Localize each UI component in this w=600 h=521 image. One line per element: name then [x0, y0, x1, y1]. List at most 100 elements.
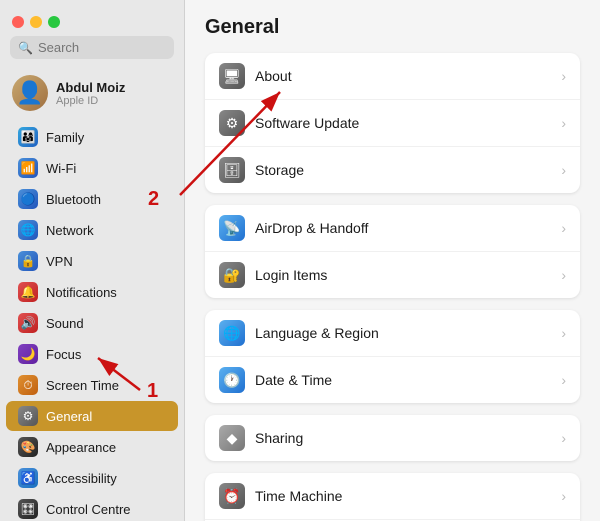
settings-group-0: 🖥 About › ⚙ Software Update › 🗄 Storage …: [205, 53, 580, 193]
focus-icon: 🌙: [18, 344, 38, 364]
storage-settings-icon: 🗄: [219, 157, 245, 183]
user-profile[interactable]: 👤 Abdul Moiz Apple ID: [0, 69, 184, 117]
sidebar-item-screentime[interactable]: ⏱ Screen Time: [6, 370, 178, 400]
sidebar-item-sound[interactable]: 🔊 Sound: [6, 308, 178, 338]
chevron-about-icon: ›: [561, 68, 566, 84]
settings-groups: 🖥 About › ⚙ Software Update › 🗄 Storage …: [205, 53, 580, 521]
sidebar-item-vpn[interactable]: 🔒 VPN: [6, 246, 178, 276]
sidebar-item-family[interactable]: 👨‍👩‍👧 Family: [6, 122, 178, 152]
chevron-language-icon: ›: [561, 325, 566, 341]
sidebar-item-bluetooth[interactable]: 🔵 Bluetooth: [6, 184, 178, 214]
chevron-sharing-icon: ›: [561, 430, 566, 446]
sound-icon: 🔊: [18, 313, 38, 333]
general-icon: ⚙: [18, 406, 38, 426]
settings-label-about: About: [255, 68, 551, 84]
settings-label-language: Language & Region: [255, 325, 551, 341]
sidebar-item-accessibility[interactable]: ♿ Accessibility: [6, 463, 178, 493]
vpn-icon: 🔒: [18, 251, 38, 271]
sidebar-item-notifications[interactable]: 🔔 Notifications: [6, 277, 178, 307]
settings-label-softwareupdate: Software Update: [255, 115, 551, 131]
settings-list-2: 🌐 Language & Region › 🕐 Date & Time ›: [205, 310, 580, 403]
settings-label-loginitems: Login Items: [255, 267, 551, 283]
family-icon: 👨‍👩‍👧: [18, 127, 38, 147]
settings-item-loginitems[interactable]: 🔐 Login Items ›: [205, 252, 580, 298]
appearance-icon: 🎨: [18, 437, 38, 457]
sidebar-item-controlcentre[interactable]: 🎛 Control Centre: [6, 494, 178, 521]
main-content: General 🖥 About › ⚙ Software Update › 🗄 …: [185, 0, 600, 521]
timemachine-settings-icon: ⏰: [219, 483, 245, 509]
wifi-icon: 📶: [18, 158, 38, 178]
settings-item-about[interactable]: 🖥 About ›: [205, 53, 580, 100]
controlcentre-icon: 🎛: [18, 499, 38, 519]
settings-label-datetime: Date & Time: [255, 372, 551, 388]
settings-group-3: ◆ Sharing ›: [205, 415, 580, 461]
sidebar-item-label-general: General: [46, 409, 92, 424]
airdrop-settings-icon: 📡: [219, 215, 245, 241]
sidebar-item-label-controlcentre: Control Centre: [46, 502, 131, 517]
user-name: Abdul Moiz: [56, 80, 125, 95]
chevron-loginitems-icon: ›: [561, 267, 566, 283]
user-info: Abdul Moiz Apple ID: [56, 80, 125, 107]
settings-list-4: ⏰ Time Machine › ↩ Transfer or Reset › 💾…: [205, 473, 580, 521]
search-icon: 🔍: [18, 41, 33, 55]
sidebar-item-label-focus: Focus: [46, 347, 81, 362]
sidebar-section: 👨‍👩‍👧 Family 📶 Wi-Fi 🔵 Bluetooth 🌐 Netwo…: [0, 121, 184, 521]
sidebar-item-label-vpn: VPN: [46, 254, 73, 269]
loginitems-settings-icon: 🔐: [219, 262, 245, 288]
sidebar-item-network[interactable]: 🌐 Network: [6, 215, 178, 245]
chevron-airdrop-icon: ›: [561, 220, 566, 236]
notifications-icon: 🔔: [18, 282, 38, 302]
sidebar-item-label-wifi: Wi-Fi: [46, 161, 76, 176]
settings-group-1: 📡 AirDrop & Handoff › 🔐 Login Items ›: [205, 205, 580, 298]
sidebar-item-focus[interactable]: 🌙 Focus: [6, 339, 178, 369]
sidebar-item-label-bluetooth: Bluetooth: [46, 192, 101, 207]
sidebar: 🔍 👤 Abdul Moiz Apple ID 👨‍👩‍👧 Family 📶 W…: [0, 0, 185, 521]
app-window: 🔍 👤 Abdul Moiz Apple ID 👨‍👩‍👧 Family 📶 W…: [0, 0, 600, 521]
sidebar-item-label-notifications: Notifications: [46, 285, 117, 300]
language-settings-icon: 🌐: [219, 320, 245, 346]
settings-group-2: 🌐 Language & Region › 🕐 Date & Time ›: [205, 310, 580, 403]
sidebar-item-label-sound: Sound: [46, 316, 84, 331]
settings-label-sharing: Sharing: [255, 430, 551, 446]
settings-item-storage[interactable]: 🗄 Storage ›: [205, 147, 580, 193]
search-input[interactable]: [38, 40, 166, 55]
datetime-settings-icon: 🕐: [219, 367, 245, 393]
sidebar-item-wifi[interactable]: 📶 Wi-Fi: [6, 153, 178, 183]
settings-list-1: 📡 AirDrop & Handoff › 🔐 Login Items ›: [205, 205, 580, 298]
accessibility-icon: ♿: [18, 468, 38, 488]
search-box[interactable]: 🔍: [10, 36, 174, 59]
settings-item-timemachine[interactable]: ⏰ Time Machine ›: [205, 473, 580, 520]
chevron-softwareupdate-icon: ›: [561, 115, 566, 131]
settings-list-0: 🖥 About › ⚙ Software Update › 🗄 Storage …: [205, 53, 580, 193]
close-button[interactable]: [12, 16, 24, 28]
page-title: General: [205, 16, 580, 39]
sidebar-item-label-accessibility: Accessibility: [46, 471, 117, 486]
about-settings-icon: 🖥: [219, 63, 245, 89]
settings-item-softwareupdate[interactable]: ⚙ Software Update ›: [205, 100, 580, 147]
maximize-button[interactable]: [48, 16, 60, 28]
chevron-timemachine-icon: ›: [561, 488, 566, 504]
network-icon: 🌐: [18, 220, 38, 240]
chevron-storage-icon: ›: [561, 162, 566, 178]
sharing-settings-icon: ◆: [219, 425, 245, 451]
sidebar-item-label-screentime: Screen Time: [46, 378, 119, 393]
sidebar-item-label-network: Network: [46, 223, 94, 238]
settings-item-sharing[interactable]: ◆ Sharing ›: [205, 415, 580, 461]
softwareupdate-settings-icon: ⚙: [219, 110, 245, 136]
avatar: 👤: [12, 75, 48, 111]
sidebar-item-appearance[interactable]: 🎨 Appearance: [6, 432, 178, 462]
chevron-datetime-icon: ›: [561, 372, 566, 388]
sidebar-item-general[interactable]: ⚙ General: [6, 401, 178, 431]
screentime-icon: ⏱: [18, 375, 38, 395]
settings-item-language[interactable]: 🌐 Language & Region ›: [205, 310, 580, 357]
settings-item-airdrop[interactable]: 📡 AirDrop & Handoff ›: [205, 205, 580, 252]
user-subtitle: Apple ID: [56, 95, 125, 107]
settings-label-airdrop: AirDrop & Handoff: [255, 220, 551, 236]
minimize-button[interactable]: [30, 16, 42, 28]
settings-group-4: ⏰ Time Machine › ↩ Transfer or Reset › 💾…: [205, 473, 580, 521]
sidebar-item-label-appearance: Appearance: [46, 440, 116, 455]
sidebar-item-label-family: Family: [46, 130, 84, 145]
settings-list-3: ◆ Sharing ›: [205, 415, 580, 461]
settings-item-datetime[interactable]: 🕐 Date & Time ›: [205, 357, 580, 403]
settings-label-timemachine: Time Machine: [255, 488, 551, 504]
